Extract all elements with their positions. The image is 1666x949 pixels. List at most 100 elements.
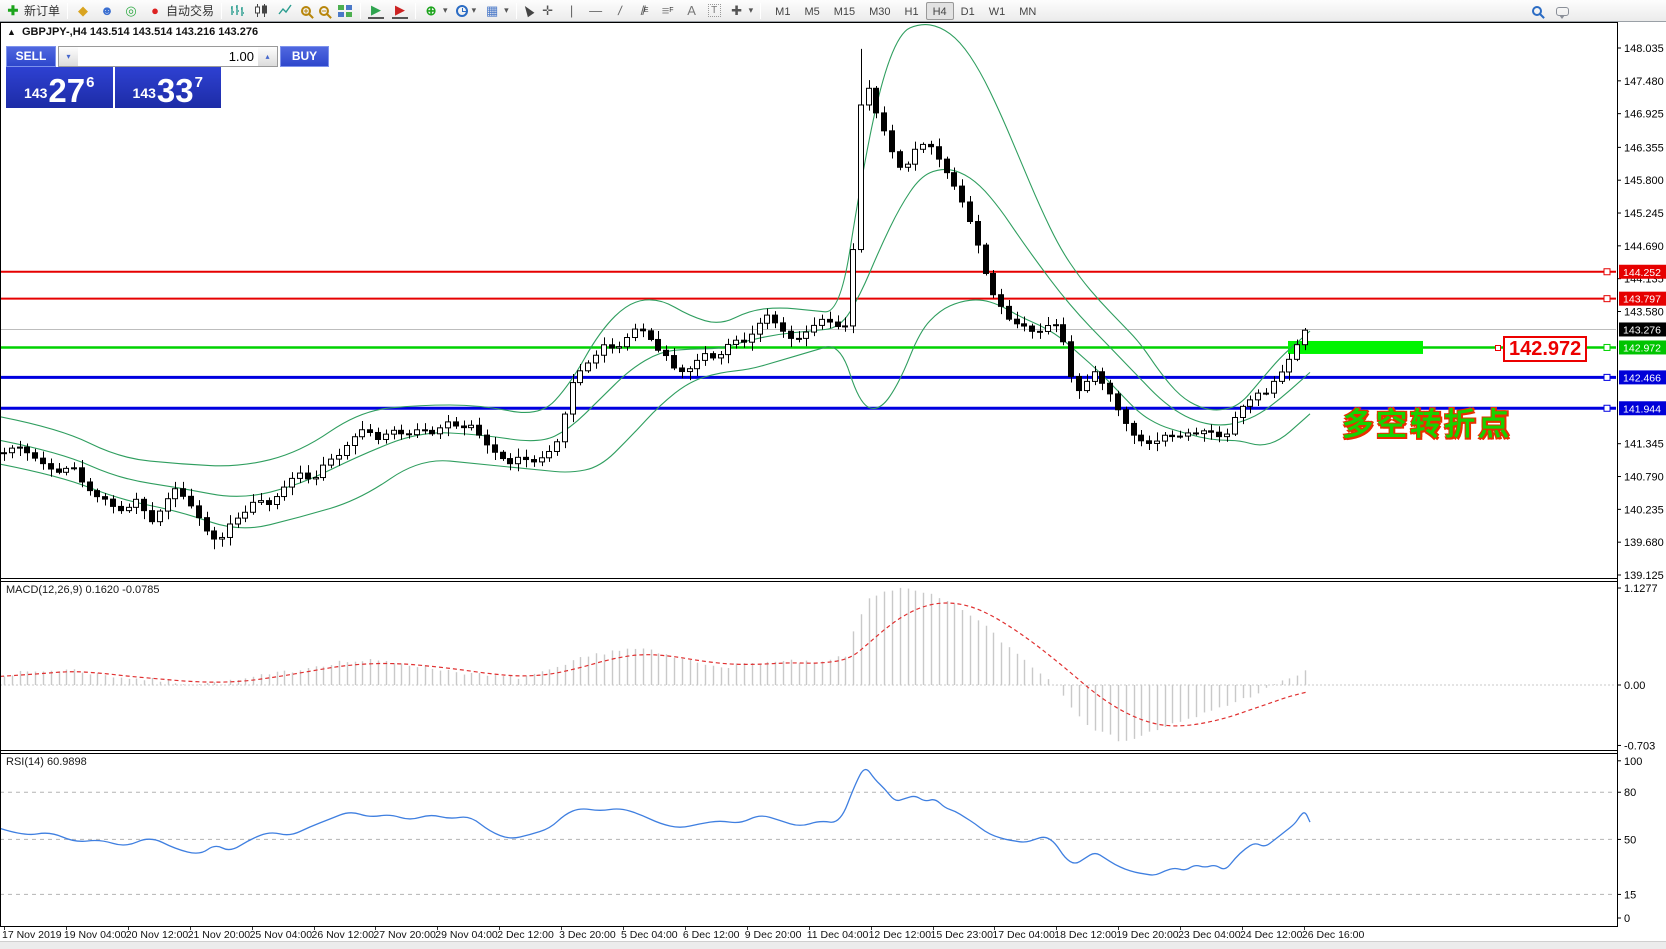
macd-panel: [0, 588, 1617, 741]
chinese-annotation[interactable]: 多空转折点: [1342, 399, 1512, 444]
volume-input[interactable]: [78, 47, 258, 66]
trendline-tool-button[interactable]: /: [608, 1, 632, 21]
signal-button[interactable]: ◎: [119, 1, 143, 21]
price-axis-label: 145.245: [1624, 208, 1664, 220]
chart-shift-icon: ▶: [392, 3, 408, 19]
timeframe-button-MN[interactable]: MN: [1012, 2, 1043, 20]
toolbar-separator: [516, 3, 517, 19]
rsi-label: RSI(14) 60.9898: [6, 756, 87, 768]
arrows-tool-button[interactable]: ✚ ▾: [725, 1, 758, 21]
price-badge-label: 142.972: [1623, 342, 1661, 354]
chat-icon[interactable]: [1556, 7, 1569, 16]
price-badge-label: 142.466: [1623, 372, 1661, 384]
timeframe-button-M5[interactable]: M5: [797, 2, 826, 20]
price-axis[interactable]: 148.035147.480146.925146.355145.800145.2…: [1617, 43, 1666, 925]
time-axis-label: 24 Dec 12:00: [1240, 929, 1302, 941]
buy-button[interactable]: BUY: [280, 46, 329, 67]
time-axis-label: 9 Dec 20:00: [745, 929, 802, 941]
main-toolbar: ✚ 新订单 ◆ ☻ ◎ ● 自动交易 + − ▶ ▶: [0, 0, 1666, 22]
cursor-tool-button[interactable]: [520, 1, 536, 21]
time-axis-label: 19 Nov 04:00: [64, 929, 126, 941]
time-axis-label: 3 Dec 20:00: [559, 929, 616, 941]
line-chart-button[interactable]: [273, 1, 297, 21]
deposit-button[interactable]: ◆: [71, 1, 95, 21]
gold-icon: ◆: [75, 3, 91, 19]
autotrade-button[interactable]: ● 自动交易: [143, 1, 218, 21]
price-badge-label: 143.276: [1623, 324, 1661, 336]
buy-price-pip: 7: [195, 74, 203, 91]
text-label-icon: T: [708, 4, 721, 17]
price-badge-label: 144.252: [1623, 267, 1661, 279]
timeframe-button-D1[interactable]: D1: [954, 2, 982, 20]
line-chart-icon: [277, 3, 293, 19]
equidistant-channel-icon: //E: [636, 3, 652, 19]
buy-price-prefix: 143: [133, 85, 156, 101]
level-handle: [1604, 296, 1610, 302]
rsi-axis-label: 0: [1624, 913, 1630, 925]
signal-icon: ◎: [123, 3, 139, 19]
sell-price-big: 27: [48, 77, 85, 105]
new-order-label: 新订单: [24, 2, 60, 19]
time-axis-label: 26 Nov 12:00: [312, 929, 374, 941]
search-icon[interactable]: [1532, 6, 1542, 16]
periods-button[interactable]: ▾: [452, 1, 481, 21]
timeframe-button-M30[interactable]: M30: [862, 2, 897, 20]
bar-chart-button[interactable]: [225, 1, 249, 21]
new-order-button[interactable]: ✚ 新订单: [1, 1, 64, 21]
auto-scroll-icon: ▶: [368, 3, 384, 19]
bollinger-lower: [0, 300, 1310, 528]
zoom-in-button[interactable]: +: [297, 1, 315, 21]
volume-increase-button[interactable]: ▴: [258, 47, 277, 66]
timeframe-button-H1[interactable]: H1: [898, 2, 926, 20]
templates-button[interactable]: ▦ ▾: [480, 1, 513, 21]
highlight-rect: [1288, 341, 1423, 354]
price-badge-label: 143.797: [1623, 294, 1661, 306]
volume-control: ▾ ▴: [58, 46, 278, 67]
zoom-out-button[interactable]: −: [315, 1, 333, 21]
vertical-line-tool-button[interactable]: |: [560, 1, 584, 21]
sell-price[interactable]: 143 27 6: [6, 67, 113, 108]
auto-scroll-button[interactable]: ▶: [364, 1, 388, 21]
macd-axis-label: 1.1277: [1624, 583, 1658, 595]
candlestick-chart-button[interactable]: [249, 1, 273, 21]
price-tag[interactable]: 142.972: [1503, 336, 1587, 362]
shapes-icon: ✚: [729, 3, 745, 19]
crosshair-tool-button[interactable]: ✛: [536, 1, 560, 21]
time-axis-label: 20 Nov 12:00: [126, 929, 188, 941]
price-tag-handle[interactable]: [1495, 345, 1501, 351]
buy-price[interactable]: 143 33 7: [115, 67, 222, 108]
timeframe-button-W1[interactable]: W1: [982, 2, 1013, 20]
dropdown-arrow-icon: ▾: [443, 5, 448, 16]
zoom-out-icon: −: [319, 6, 329, 16]
rsi-axis-label: 80: [1624, 787, 1636, 799]
chart-canvas[interactable]: 148.035147.480146.925146.355145.800145.2…: [0, 22, 1666, 927]
price-axis-label: 143.580: [1624, 306, 1664, 318]
indicators-button[interactable]: ⊕ ▾: [419, 1, 452, 21]
tile-windows-button[interactable]: [333, 1, 357, 21]
fibonacci-tool-button[interactable]: ≡F: [656, 1, 680, 21]
chart-shift-button[interactable]: ▶: [388, 1, 412, 21]
collapse-arrow-icon[interactable]: ▲: [7, 27, 16, 37]
fibonacci-icon: ≡F: [660, 3, 676, 19]
horizontal-line-tool-button[interactable]: —: [584, 1, 608, 21]
candlestick-chart-icon: [253, 3, 269, 19]
text-tool-button[interactable]: A: [680, 1, 704, 21]
channel-tool-button[interactable]: //E: [632, 1, 656, 21]
price-axis-label: 147.480: [1624, 76, 1664, 88]
horizontal-line-icon: —: [588, 3, 604, 19]
price-axis-label: 139.125: [1624, 570, 1664, 582]
cursor-icon: [521, 4, 534, 18]
text-label-tool-button[interactable]: T: [704, 1, 725, 21]
time-axis-label: 17 Nov 2019: [2, 929, 62, 941]
profile-button[interactable]: ☻: [95, 1, 119, 21]
time-axis[interactable]: 17 Nov 201919 Nov 04:0020 Nov 12:0021 No…: [0, 927, 1666, 941]
timeframe-button-M1[interactable]: M1: [768, 2, 797, 20]
status-strip: [0, 941, 1666, 949]
timeframe-button-H4[interactable]: H4: [926, 2, 954, 20]
time-axis-label: 11 Dec 04:00: [807, 929, 869, 941]
toolbar-separator: [360, 3, 361, 19]
volume-decrease-button[interactable]: ▾: [59, 47, 78, 66]
timeframe-button-M15[interactable]: M15: [827, 2, 862, 20]
indicators-icon: ⊕: [423, 3, 439, 19]
sell-button[interactable]: SELL: [6, 46, 56, 67]
